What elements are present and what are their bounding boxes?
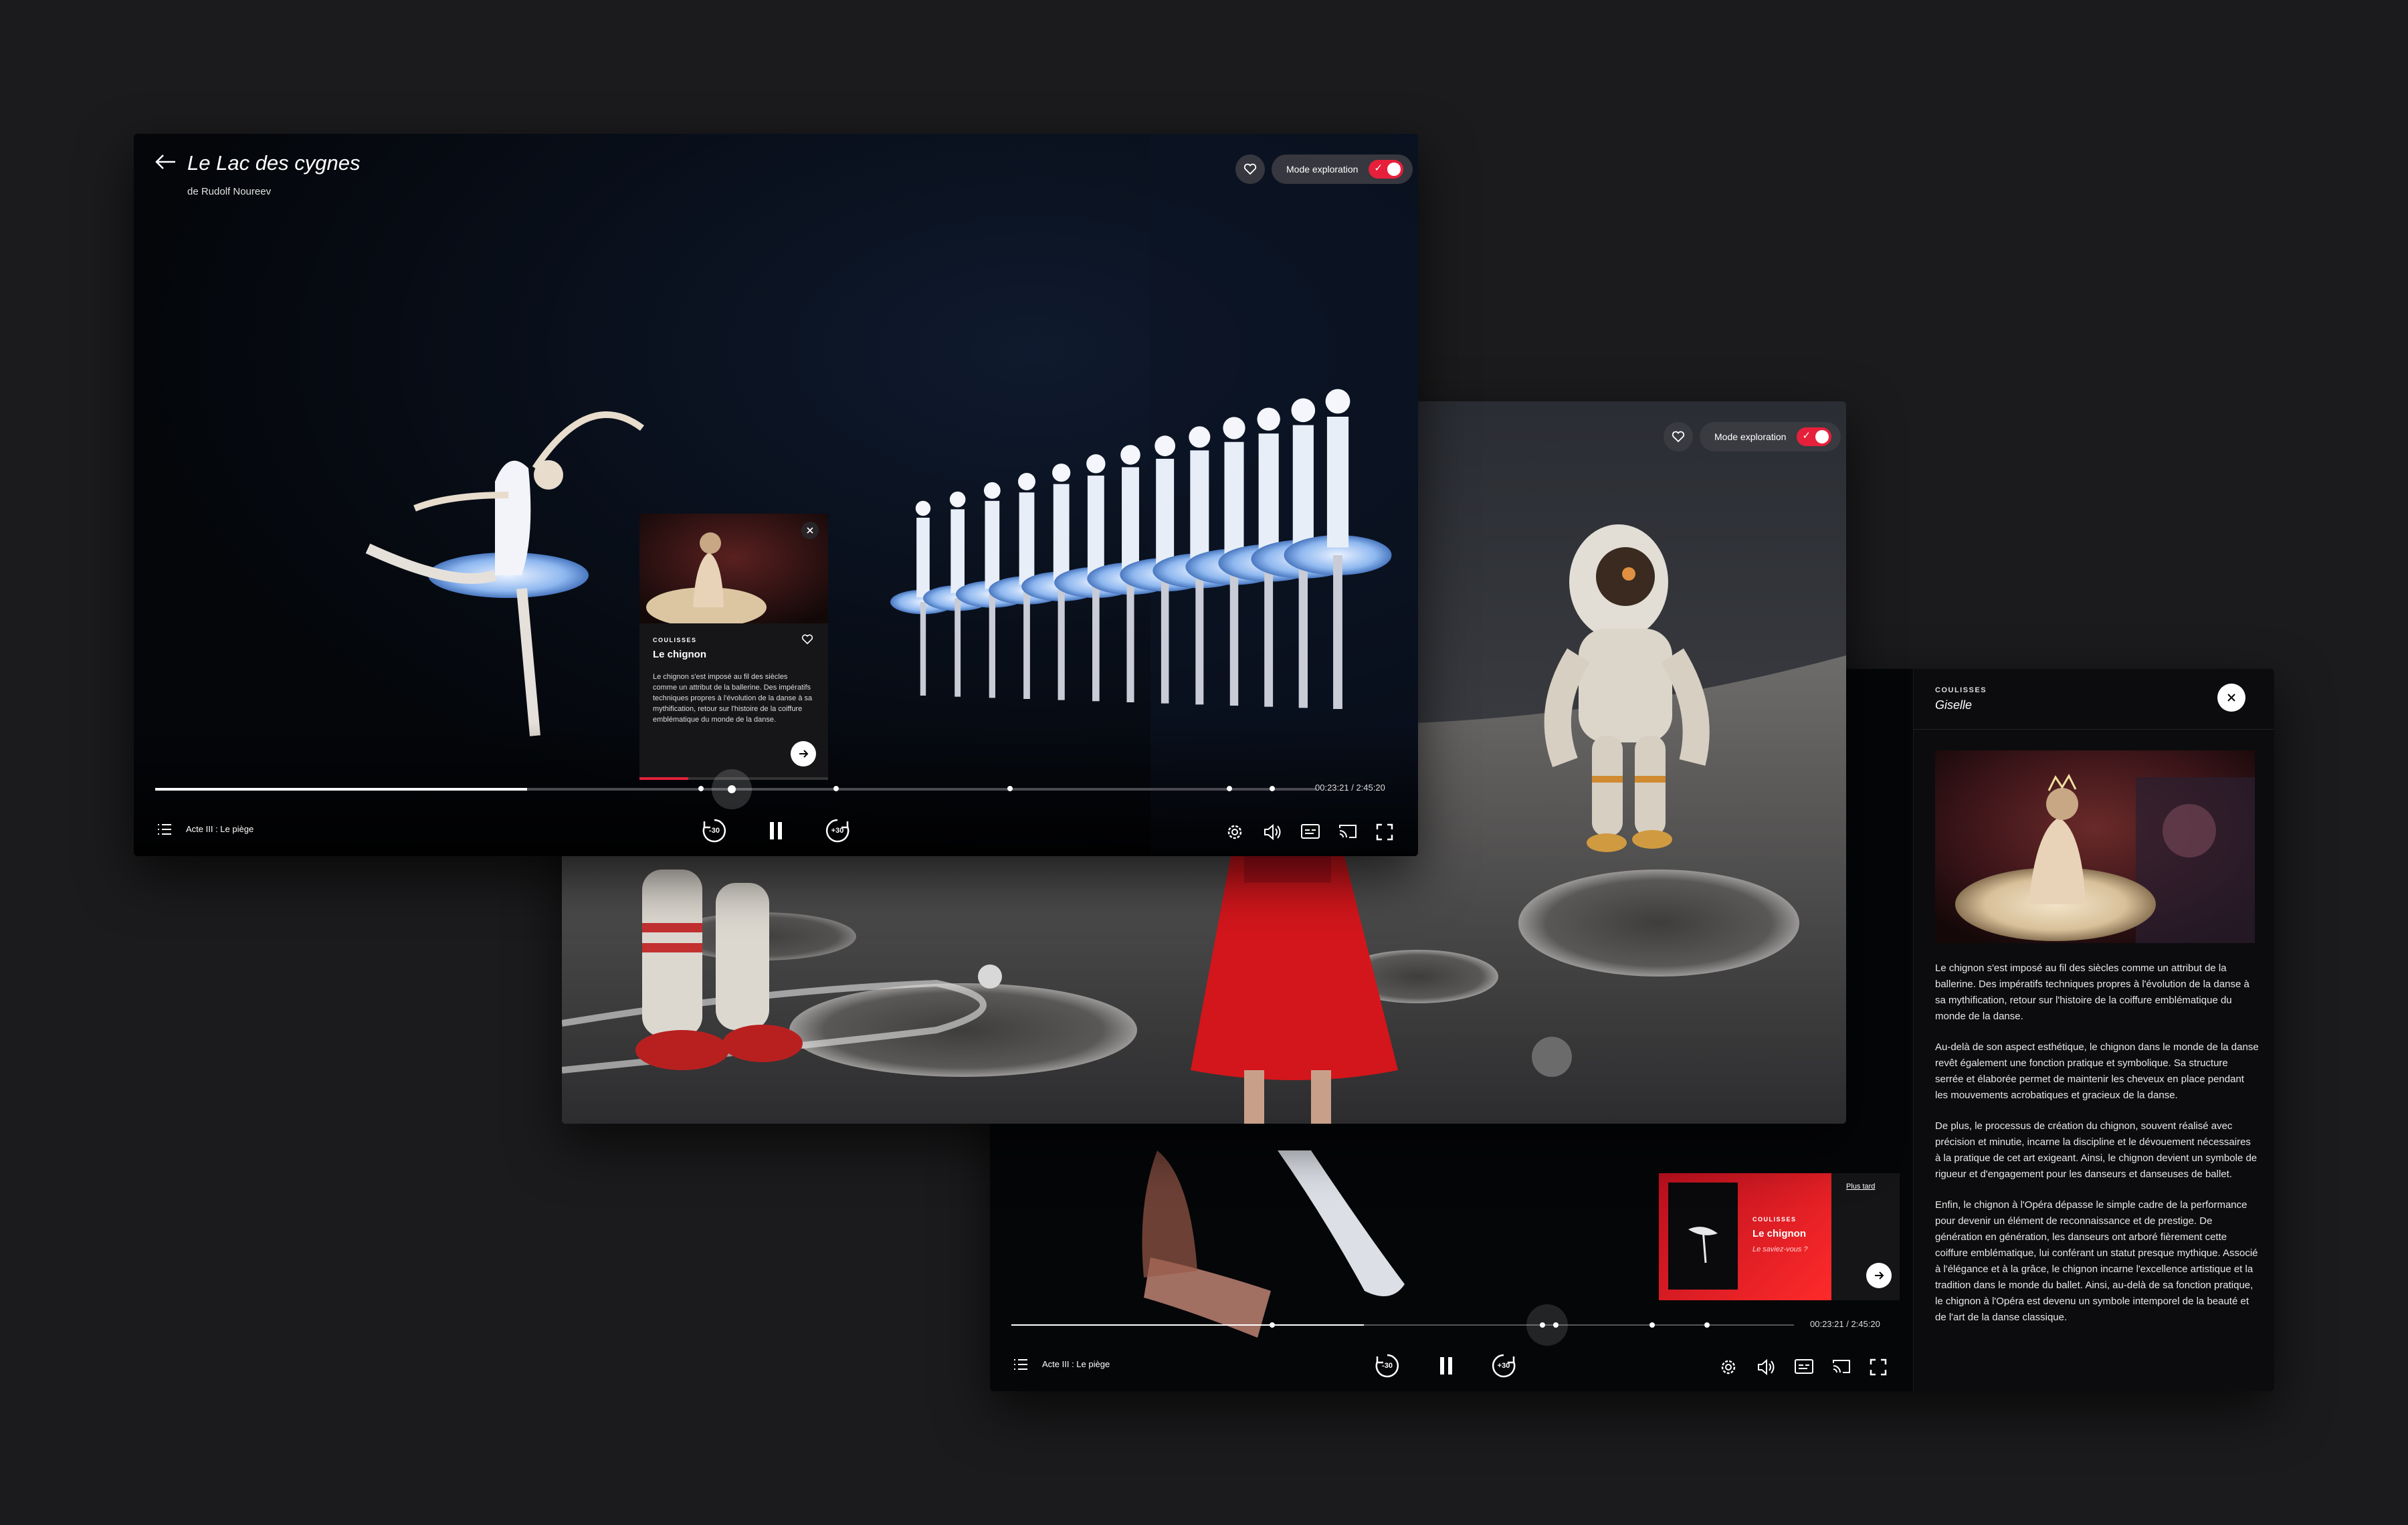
- rewind-30-button[interactable]: -30: [1373, 1351, 1402, 1381]
- volume-icon[interactable]: [1263, 823, 1283, 841]
- pause-icon[interactable]: [1437, 1355, 1456, 1377]
- progress-bar[interactable]: [155, 769, 1316, 809]
- chapter-marker[interactable]: [833, 786, 839, 791]
- rewind-30-label: -30: [1382, 1362, 1393, 1370]
- chapter-marker[interactable]: [1227, 786, 1232, 791]
- page-title: Le Lac des cygnes: [187, 151, 361, 175]
- side-panel-paragraph-2: Au-delà de son aspect esthétique, le chi…: [1935, 1041, 2259, 1101]
- heart-icon[interactable]: [801, 634, 813, 645]
- card-close-button[interactable]: [801, 522, 819, 539]
- promo-title: Le chignon: [1752, 1228, 1806, 1239]
- side-panel-close-button[interactable]: [2217, 684, 2245, 712]
- side-panel-paragraph-1: Le chignon s'est imposé au fil des siècl…: [1935, 962, 2249, 1022]
- cast-icon[interactable]: [1831, 1358, 1851, 1375]
- side-panel-kicker: COULISSES: [1935, 686, 1987, 694]
- forward-30-label: +30: [831, 827, 844, 835]
- promo-card[interactable]: COULISSES Le chignon Le saviez-vous ? Pl…: [1659, 1173, 1900, 1300]
- chapter-marker[interactable]: [1704, 1322, 1710, 1328]
- control-bar: Acte III : Le piège -30 +30: [990, 1344, 1913, 1391]
- mode-exploration-label: Mode exploration: [1286, 164, 1359, 175]
- time-readout: 00:23:21 / 2:45:20: [1810, 1319, 1880, 1329]
- close-icon: [2227, 694, 2235, 702]
- arrow-right-icon: [799, 750, 809, 758]
- settings-icon[interactable]: [1225, 823, 1244, 841]
- chapters-list-icon[interactable]: [1013, 1358, 1029, 1371]
- heart-icon: [1243, 163, 1257, 175]
- side-panel-divider: [1914, 729, 2274, 730]
- check-icon: ✓: [1802, 430, 1811, 441]
- chapter-label[interactable]: Acte III : Le piège: [186, 824, 254, 834]
- promo-tagline: Le saviez-vous ?: [1752, 1245, 1808, 1253]
- card-text: Le chignon s'est imposé au fil des siècl…: [653, 673, 813, 724]
- toggle-switch[interactable]: ✓: [1369, 160, 1404, 179]
- progress-bar[interactable]: [1011, 1304, 1794, 1346]
- chapter-marker[interactable]: [1007, 786, 1013, 791]
- chapter-label[interactable]: Acte III : Le piège: [1042, 1359, 1110, 1369]
- subtitles-icon[interactable]: [1794, 1358, 1814, 1375]
- scrubber-handle[interactable]: [712, 769, 752, 809]
- rewind-30-label: -30: [709, 827, 720, 835]
- subtitles-icon[interactable]: [1300, 823, 1320, 840]
- arrow-right-icon: [1875, 1272, 1884, 1280]
- favorite-button[interactable]: [1664, 422, 1693, 451]
- side-panel-body: Le chignon s'est imposé au fil des siècl…: [1935, 960, 2259, 1340]
- coulisses-card[interactable]: COULISSES Le chignon Le chignon s'est im…: [639, 514, 828, 780]
- rewind-30-button[interactable]: -30: [700, 816, 729, 845]
- card-open-button[interactable]: [791, 741, 816, 767]
- card-ballerina-image: [639, 514, 828, 623]
- progress-fill: [1011, 1324, 1364, 1326]
- mode-exploration-toggle[interactable]: Mode exploration ✓: [1700, 422, 1841, 451]
- mode-exploration-toggle[interactable]: Mode exploration ✓: [1272, 155, 1413, 184]
- side-panel-title: Giselle: [1935, 698, 1973, 712]
- chapter-marker[interactable]: [698, 786, 704, 791]
- time-readout: 00:23:21 / 2:45:20: [1315, 783, 1385, 793]
- chapter-marker[interactable]: [1649, 1322, 1655, 1328]
- progress-fill: [155, 788, 527, 791]
- close-icon: [807, 527, 813, 534]
- pause-icon[interactable]: [767, 820, 785, 841]
- check-icon: ✓: [1374, 163, 1383, 174]
- toggle-switch[interactable]: ✓: [1797, 427, 1832, 446]
- promo-open-button[interactable]: [1866, 1263, 1892, 1288]
- control-bar: Acte III : Le piège -30 +30: [134, 809, 1418, 856]
- card-title: Le chignon: [653, 649, 706, 660]
- chapter-marker[interactable]: [1270, 1322, 1275, 1328]
- chapter-marker[interactable]: [1270, 786, 1275, 791]
- cast-icon[interactable]: [1338, 823, 1358, 840]
- back-arrow-icon[interactable]: [154, 152, 178, 171]
- promo-later-link[interactable]: Plus tard: [1846, 1183, 1875, 1191]
- promo-image: [1668, 1183, 1738, 1290]
- coulisses-side-panel: COULISSES Giselle Le chignon s'est impos…: [1913, 669, 2274, 1391]
- side-panel-paragraph-4: Enfin, le chignon à l'Opéra dépasse le s…: [1935, 1199, 2258, 1323]
- scrubber-handle[interactable]: [1526, 1304, 1568, 1346]
- heart-icon: [1672, 431, 1685, 443]
- favorite-button[interactable]: [1235, 155, 1265, 184]
- chapters-list-icon[interactable]: [157, 823, 173, 836]
- side-panel-paragraph-3: De plus, le processus de création du chi…: [1935, 1120, 2258, 1180]
- forward-30-button[interactable]: +30: [1489, 1351, 1518, 1381]
- forward-30-label: +30: [1497, 1362, 1510, 1370]
- fullscreen-icon[interactable]: [1869, 1358, 1888, 1377]
- card-kicker: COULISSES: [653, 637, 697, 643]
- mode-exploration-label: Mode exploration: [1714, 431, 1787, 442]
- page-subtitle: de Rudolf Noureev: [187, 186, 272, 197]
- fullscreen-icon[interactable]: [1375, 823, 1394, 841]
- settings-icon[interactable]: [1719, 1358, 1738, 1377]
- promo-kicker: COULISSES: [1752, 1216, 1797, 1223]
- side-panel-ballerina-image: [1935, 750, 2255, 943]
- forward-30-button[interactable]: +30: [823, 816, 852, 845]
- volume-icon[interactable]: [1757, 1358, 1777, 1377]
- player-window-1: Le Lac des cygnes de Rudolf Noureev Mode…: [134, 134, 1418, 856]
